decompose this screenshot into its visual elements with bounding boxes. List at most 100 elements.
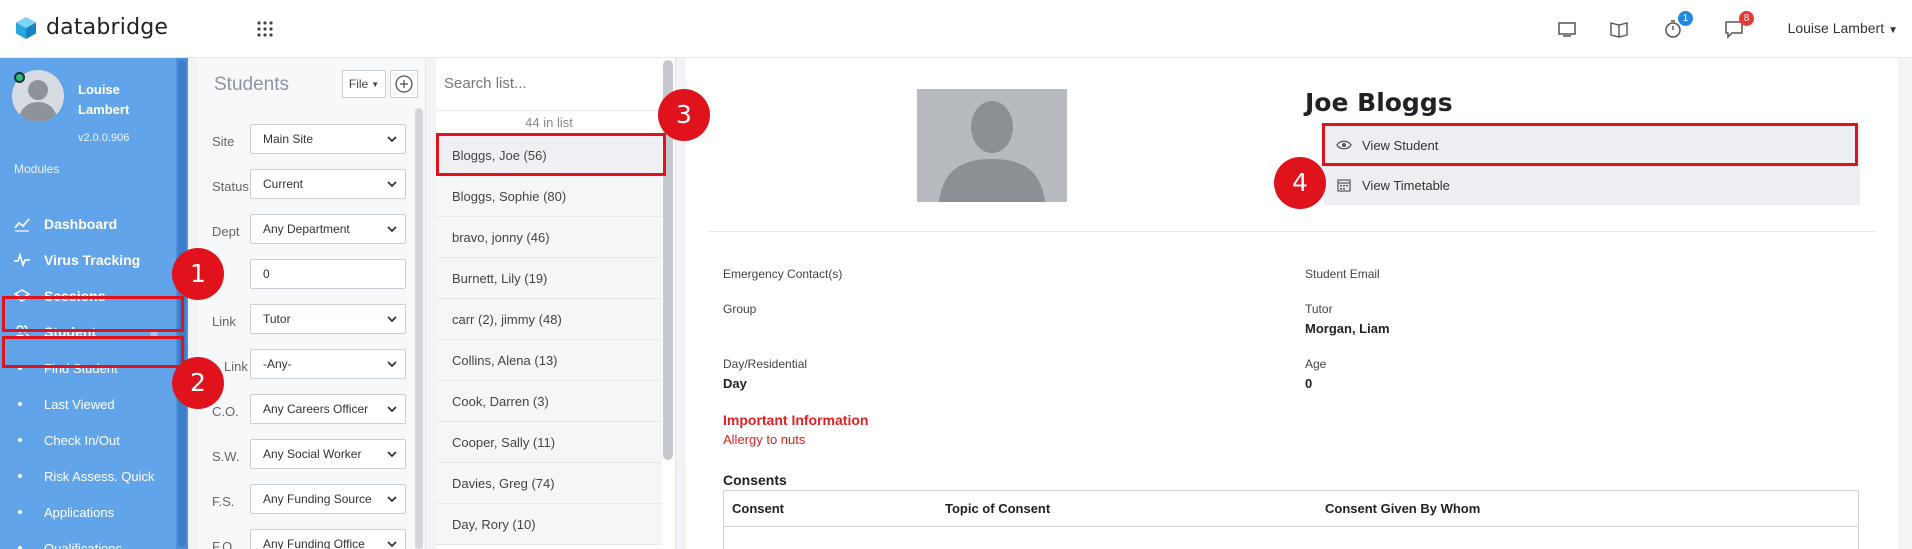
sidebar-subitem-label: Applications [44,504,115,520]
sidebar-subitem-label: Risk Assess. Quick [44,468,155,484]
caret-down-icon: ▼ [371,79,380,89]
section-divider [708,231,1876,232]
chevron-down-icon [387,361,397,368]
detail-scrollbar[interactable] [1898,58,1912,549]
search-list-input[interactable]: Search list... [440,66,662,100]
site-select[interactable]: Main Site [250,124,406,154]
sidebar-subitem-label: Qualifications [44,540,123,549]
link-select[interactable]: Tutor [250,304,406,334]
select-value: Current [263,177,304,191]
chevron-down-icon [387,226,397,233]
search-placeholder: Search list... [444,74,527,92]
age-value: 0 [1305,376,1313,391]
bullet-icon [18,438,22,442]
select-value: -Any- [263,357,292,371]
list-count: 44 in list [436,110,662,134]
select-value: Tutor [263,312,291,326]
select-value: Any Department [263,222,350,236]
filter-label-link-2: Link [224,359,248,374]
filter-label-funding-source: F.S. [212,494,235,509]
view-timetable-button[interactable]: View Timetable [1324,165,1860,205]
apps-grid-icon[interactable] [254,18,276,40]
sidebar-subitem-risk-assess-quick[interactable]: Risk Assess. Quick [0,458,176,494]
sidebar-subitem-qualifications[interactable]: Qualifications [0,530,176,549]
sidebar-subitem-label: Check In/Out [44,432,120,448]
age-label: Age [1305,357,1327,371]
select-value: Main Site [263,132,314,146]
highlight-box-student [2,296,184,332]
step-marker-4: 4 [1274,157,1326,209]
day-residential-label: Day/Residential [723,357,808,371]
sidebar-subitem-check-in-out[interactable]: Check In/Out [0,422,176,458]
status-select[interactable]: Current [250,169,406,199]
add-student-button[interactable] [390,70,418,98]
user-menu[interactable]: Louise Lambert ▼ [1788,20,1898,36]
sidebar-subitem-label: Last Viewed [44,396,115,412]
list-item[interactable]: Collins, Alena (13) [436,340,662,381]
department-select[interactable]: Any Department [250,214,406,244]
sidebar-subitem-last-viewed[interactable]: Last Viewed [0,386,176,422]
day-residential-value: Day [723,376,747,391]
view-timetable-label: View Timetable [1362,177,1450,193]
chevron-down-icon [387,496,397,503]
social-worker-select[interactable]: Any Social Worker [250,439,406,469]
scrollbar-thumb[interactable] [415,108,423,549]
sidebar-item-dashboard[interactable]: Dashboard [0,206,176,242]
highlight-box-view-student [1322,123,1858,166]
tutor-label: Tutor [1305,302,1333,316]
messages-button[interactable]: 8 [1723,11,1754,40]
chevron-down-icon [387,136,397,143]
cube-logo-icon [16,16,36,39]
student-email-label: Student Email [1305,267,1380,281]
app-logo[interactable]: databridge [14,15,168,40]
list-item[interactable]: Cook, Darren (3) [436,381,662,422]
student-photo [917,89,1067,202]
consents-table-header: Consent Topic of Consent Consent Given B… [724,491,1858,527]
list-item[interactable]: Day, Rory (10) [436,504,662,545]
list-item[interactable]: bravo, jonny (46) [436,217,662,258]
funding-source-select[interactable]: Any Funding Source [250,484,406,514]
online-status-icon [14,72,25,83]
list-item[interactable]: Burnett, Lily (19) [436,258,662,299]
important-info-value: Allergy to nuts [723,432,806,447]
bullet-icon [18,510,22,514]
filter-label-status: Status [212,179,249,194]
consents-title: Consents [723,472,787,488]
highlight-box-list-item [436,133,666,176]
pulse-icon [14,252,30,268]
list-item[interactable]: carr (2), jimmy (48) [436,299,662,340]
filters-scrollbar[interactable] [413,108,425,549]
step-marker-2: 2 [172,357,224,409]
monitor-icon[interactable] [1556,18,1578,40]
list-item[interactable]: Cooper, Sally (11) [436,422,662,463]
highlight-box-find-student [2,336,184,368]
panel-title: Students [214,74,289,95]
file-menu-button[interactable]: File ▼ [342,70,386,98]
filter-label-link: Link [212,314,236,329]
step-marker-3: 3 [658,89,710,141]
list-item[interactable]: Bloggs, Sophie (80) [436,176,662,217]
messages-badge: 8 [1739,11,1754,26]
select-value: Any Funding Office [263,537,365,549]
sidebar-item-label: Virus Tracking [44,252,141,268]
user-menu-name: Louise Lambert [1787,20,1885,36]
chevron-down-icon [387,316,397,323]
funding-office-select[interactable]: Any Funding Office [250,529,406,549]
timer-badge: 1 [1678,11,1693,26]
careers-officer-select[interactable]: Any Careers Officer [250,394,406,424]
app-version: v2.0.0.906 [78,132,130,144]
timer-button[interactable]: 1 [1662,11,1693,40]
sidebar-item-virus-tracking[interactable]: Virus Tracking [0,242,176,278]
sidebar-subitem-applications[interactable]: Applications [0,494,176,530]
book-icon[interactable] [1608,18,1630,40]
numeric-filter-input[interactable]: 0 [250,259,406,289]
bullet-icon [18,402,22,406]
select-value: Any Funding Source [263,492,372,506]
caret-down-icon: ▼ [1888,25,1898,36]
list-item[interactable]: Davies, Greg (74) [436,463,662,504]
calendar-icon [1337,179,1351,192]
student-name: Joe Bloggs [1305,88,1453,117]
column-header-given-by: Consent Given By Whom [1325,501,1481,516]
user-profile: Louise Lambert v2.0.0.906 [12,70,182,148]
link-any-select[interactable]: -Any- [250,349,406,379]
